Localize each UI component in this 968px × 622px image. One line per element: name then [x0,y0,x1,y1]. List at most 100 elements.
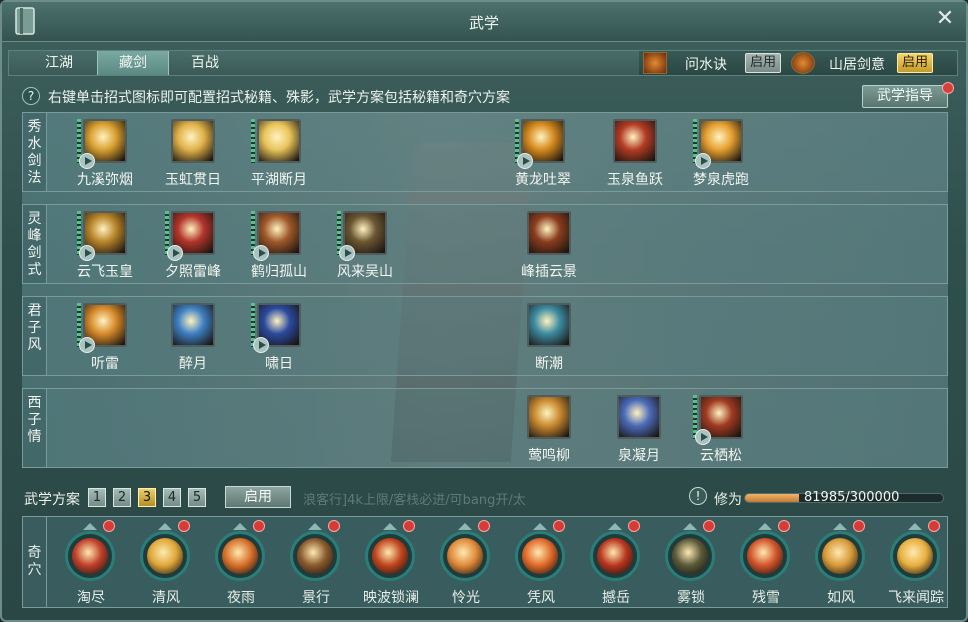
expand-arrow-icon[interactable] [83,523,97,530]
skill-row: 秀水剑法九溪弥烟 玉虹贯日 平湖断月 黄龙吐翠 玉泉鱼跃 梦泉虎跑 [22,112,948,192]
qixue-slot[interactable]: 夜雨 [209,520,273,606]
skill-slot[interactable]: 梦泉虎跑 [679,115,759,191]
skill-slot[interactable]: 泉凝月 [597,391,677,467]
qixue-slot[interactable]: 残雪 [734,520,798,606]
plan-number-5[interactable]: 5 [188,488,206,507]
qixue-slot[interactable]: 飞来闻踪 [884,520,948,606]
info-icon[interactable]: ! [689,487,707,505]
skill-icon[interactable] [617,395,661,439]
qixue-icon[interactable] [215,531,265,581]
plan-enable-button[interactable]: 启用 [225,486,291,508]
skill-slot[interactable]: 黄龙吐翠 [501,115,581,191]
question-icon[interactable]: ? [22,87,40,105]
expand-arrow-icon[interactable] [533,523,547,530]
tab-cangjian[interactable]: 藏剑 [97,51,169,75]
skill-icon[interactable] [613,119,657,163]
qixue-slot[interactable]: 清风 [134,520,198,606]
skill-icon[interactable] [171,303,215,347]
qixue-slot[interactable]: 淘尽 [59,520,123,606]
skill-row-label: 西子情 [23,389,47,467]
tab-baizhan[interactable]: 百战 [169,51,241,75]
skill-icon[interactable] [527,303,571,347]
skill-slot[interactable]: 断潮 [507,299,587,375]
buff-area: 问水诀 启用 山居剑意 启用 [639,51,957,75]
skill-slot[interactable]: 玉泉鱼跃 [593,115,673,191]
skill-slot[interactable]: 云飞玉皇 [63,207,143,283]
qixue-icon[interactable] [815,531,865,581]
expand-arrow-icon[interactable] [908,523,922,530]
expand-arrow-icon[interactable] [383,523,397,530]
skill-icon[interactable] [527,211,571,255]
qixue-icon[interactable] [740,531,790,581]
skill-row-label: 灵峰剑式 [23,205,47,283]
skill-icon[interactable] [257,119,301,163]
skill-slot[interactable]: 鹤归孤山 [237,207,317,283]
plan-number-2[interactable]: 2 [113,488,131,507]
qixue-slot[interactable]: 景行 [284,520,348,606]
qixue-icon[interactable] [590,531,640,581]
play-icon[interactable] [253,245,269,261]
skill-slot[interactable]: 平湖断月 [237,115,317,191]
plan-number-1[interactable]: 1 [88,488,106,507]
notification-dot-icon [853,520,865,532]
qixue-icon[interactable] [890,531,940,581]
tab-jianghu[interactable]: 江湖 [23,51,95,75]
plan-number-4[interactable]: 4 [163,488,181,507]
play-icon[interactable] [339,245,355,261]
guide-button[interactable]: 武学指导 [862,85,948,108]
qixue-slot[interactable]: 映波锁澜 [359,520,423,606]
skill-slot[interactable]: 峰插云景 [507,207,587,283]
qixue-icon[interactable] [440,531,490,581]
expand-arrow-icon[interactable] [158,523,172,530]
xiuwei-label: 修为 [714,492,742,508]
expand-arrow-icon[interactable] [608,523,622,530]
skill-slot[interactable]: 九溪弥烟 [63,115,143,191]
expand-arrow-icon[interactable] [683,523,697,530]
skill-slot[interactable]: 醉月 [151,299,231,375]
play-icon[interactable] [79,245,95,261]
qixue-icon[interactable] [65,531,115,581]
qixue-icon[interactable] [365,531,415,581]
skill-slot[interactable]: 啸日 [237,299,317,375]
skill-slot[interactable]: 云栖松 [679,391,759,467]
skill-icon[interactable] [171,119,215,163]
skill-slot[interactable]: 夕照雷峰 [151,207,231,283]
play-icon[interactable] [517,153,533,169]
play-icon[interactable] [79,337,95,353]
expand-arrow-icon[interactable] [233,523,247,530]
skill-slot[interactable]: 风来吴山 [323,207,403,283]
notification-dot-icon [628,520,640,532]
qixue-name: 映波锁澜 [363,590,419,606]
qixue-icon[interactable] [140,531,190,581]
play-icon[interactable] [79,153,95,169]
skill-name: 平湖断月 [251,172,307,188]
qixue-icon[interactable] [515,531,565,581]
qixue-icon[interactable] [290,531,340,581]
expand-arrow-icon[interactable] [308,523,322,530]
play-icon[interactable] [253,337,269,353]
notification-dot-icon [403,520,415,532]
expand-arrow-icon[interactable] [833,523,847,530]
shanju-enable-button[interactable]: 启用 [897,53,933,73]
expand-arrow-icon[interactable] [758,523,772,530]
wenshui-enable-button[interactable]: 启用 [745,53,781,73]
skill-slot[interactable]: 玉虹贯日 [151,115,231,191]
close-icon[interactable]: ✕ [934,8,956,30]
qixue-name: 残雪 [752,590,780,606]
skill-name: 九溪弥烟 [77,172,133,188]
qixue-slot[interactable]: 如风 [809,520,873,606]
qixue-slot[interactable]: 雾锁 [659,520,723,606]
qixue-slot[interactable]: 撼岳 [584,520,648,606]
plan-number-3[interactable]: 3 [138,488,156,507]
skill-slot[interactable]: 莺鸣柳 [507,391,587,467]
qixue-slot[interactable]: 凭风 [509,520,573,606]
play-icon[interactable] [695,153,711,169]
qixue-slot[interactable]: 怜光 [434,520,498,606]
expand-arrow-icon[interactable] [458,523,472,530]
qixue-icon[interactable] [665,531,715,581]
title-bar[interactable]: 武学 ✕ [2,2,966,42]
skill-slot[interactable]: 听雷 [63,299,143,375]
skill-icon[interactable] [527,395,571,439]
play-icon[interactable] [167,245,183,261]
play-icon[interactable] [695,429,711,445]
